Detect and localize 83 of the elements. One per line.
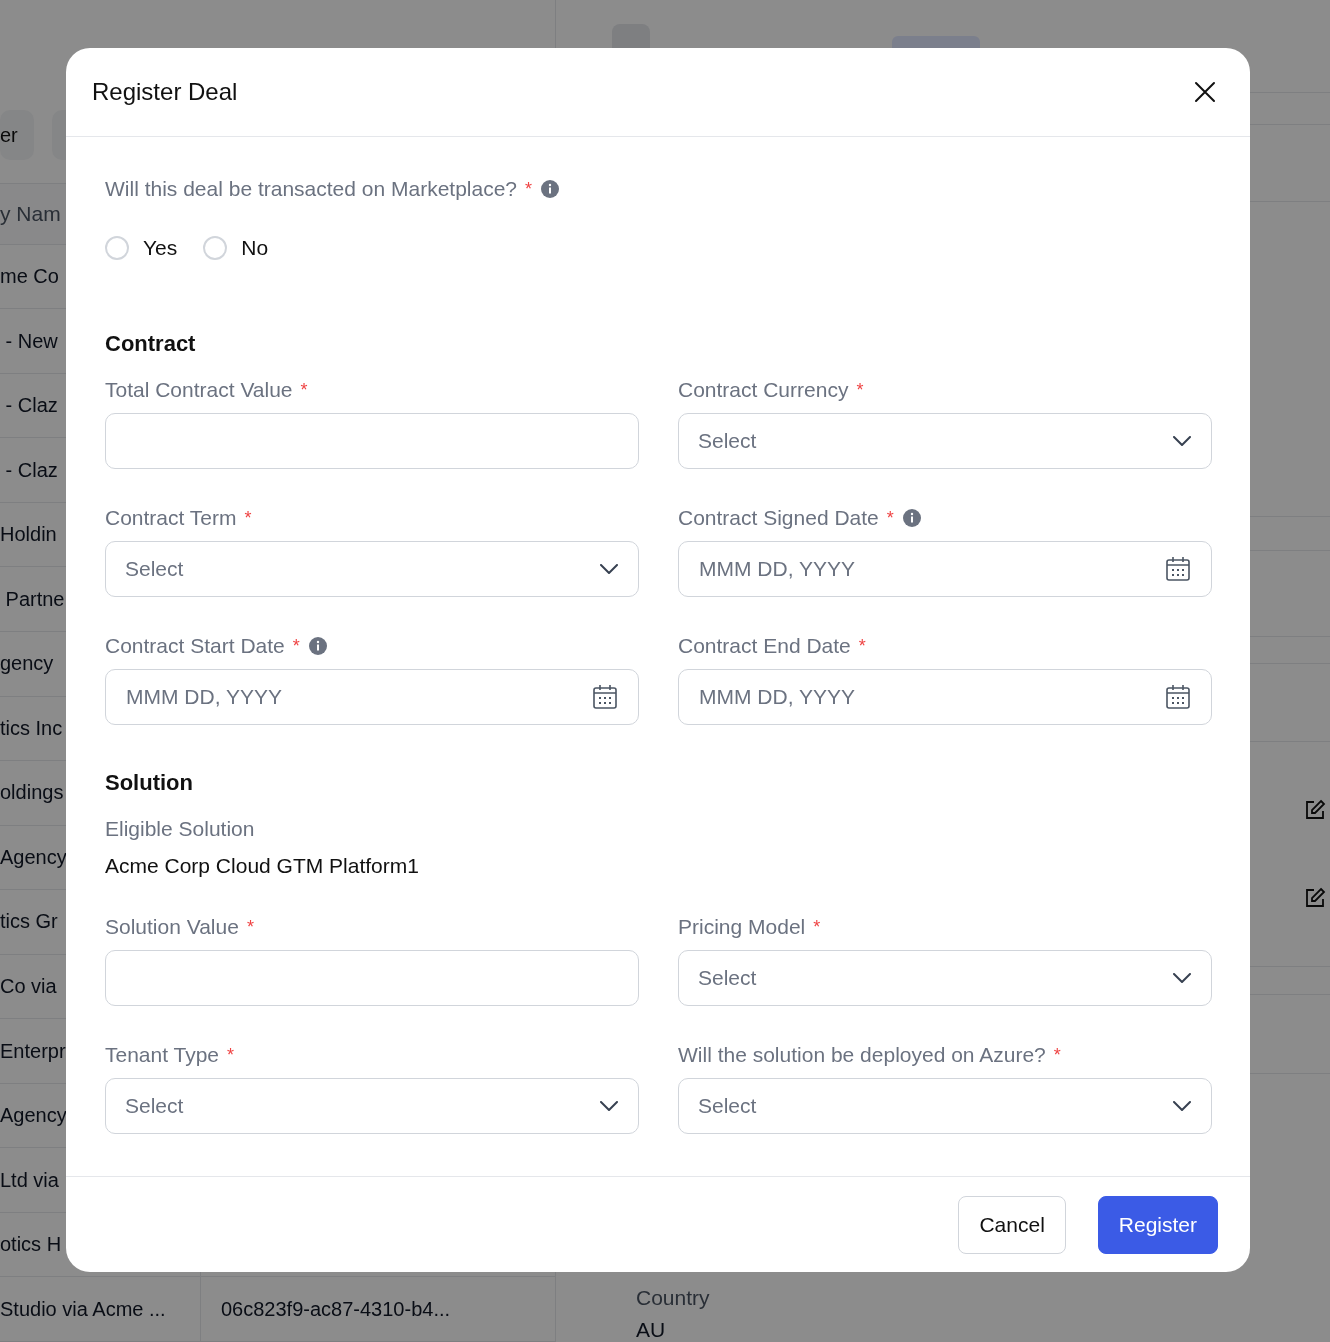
table-cell: Co via [0,975,57,998]
radio-option[interactable]: No [203,236,269,260]
select-dropdown[interactable]: Select [678,950,1212,1006]
table-cell: tics Inc [0,716,63,740]
required-mark: * [886,507,894,529]
select-dropdown[interactable]: Select [678,1078,1212,1134]
radio-option[interactable]: Yes [105,236,178,260]
table-cell: me Co [0,265,59,288]
table-cell: tics Gr [0,910,58,934]
field-label: Contract Currency [678,378,849,402]
field-label: Solution Value [105,915,239,939]
select-dropdown[interactable]: Select [105,541,639,597]
field-label: Tenant Type [105,1043,220,1067]
edit-icon[interactable] [1304,887,1326,910]
required-mark: * [1053,1044,1061,1066]
table-cell: gency [0,652,54,676]
required-mark: * [246,916,254,938]
table-cell: Agency [0,1104,67,1128]
table-cell-text: - New [4,329,58,353]
required-mark: * [227,1044,235,1066]
info-icon[interactable] [540,179,561,199]
question-label: Will this deal be transacted on Marketplace? [105,177,518,201]
select-dropdown[interactable]: Select [678,413,1212,469]
required-mark: * [292,635,300,657]
field-label: Contract Term [105,506,237,530]
toolbar-button[interactable]: er [0,110,34,160]
date-placeholder: MMM DD, YYYY [699,685,855,709]
field-label: Pricing Model [678,915,806,939]
chevron-down-icon [1173,436,1191,446]
edit-icon[interactable] [1304,799,1326,822]
field-value: Acme Corp Cloud GTM Platform1 [105,854,420,878]
chevron-down-icon [1173,1101,1191,1111]
field-label: Contract End Date [678,634,851,658]
field-label: Will the solution be deployed on Azure? [678,1043,1046,1067]
table-cell: Studio via Acme ... [0,1297,166,1321]
date-input[interactable]: MMM DD, YYYY [678,541,1212,597]
field-label: Eligible Solution [105,816,256,842]
field-value: AU [636,1318,667,1342]
chevron-down-icon [600,564,618,574]
table-cell: Agency [0,845,67,869]
table-cell: oldings [0,781,64,805]
required-mark: * [856,379,864,401]
field-label: Contract Signed Date [678,506,879,530]
date-placeholder: MMM DD, YYYY [126,685,282,709]
cancel-button[interactable]: Cancel [958,1195,1066,1254]
date-input[interactable]: MMM DD, YYYY [678,669,1212,725]
chevron-down-icon [600,1101,618,1111]
field-label: Country [636,1286,711,1310]
select-dropdown[interactable]: Select [105,1078,639,1134]
calendar-icon[interactable] [592,684,618,710]
register-button[interactable]: Register [1097,1195,1218,1254]
chevron-down-icon [1173,973,1191,983]
calendar-icon[interactable] [1165,556,1191,582]
table-cell: Ltd via [0,1168,59,1192]
required-mark: * [858,635,866,657]
required-mark: * [244,507,252,529]
section-title: Contract [105,331,196,357]
calendar-icon[interactable] [1165,684,1191,710]
date-input[interactable]: MMM DD, YYYY [105,669,639,725]
field-label: Total Contract Value [105,378,293,402]
radio-circle[interactable] [203,236,228,260]
close-button[interactable] [1194,81,1216,103]
required-mark: * [813,916,821,938]
required-mark: * [525,178,533,200]
column-header: y Nam [0,201,61,226]
table-cell: Holdin [0,523,57,547]
table-cell: Enterpr [0,1039,66,1063]
field-label: Contract Start Date [105,634,285,658]
info-icon[interactable] [901,508,922,528]
table-cell-text: 06c823f9-ac87-4310-b4... [220,1297,451,1321]
close-icon [1194,81,1216,103]
required-mark: * [300,379,308,401]
table-cell-text: - Claz [4,394,58,418]
table-cell-text: - Claz [4,458,58,482]
radio-circle[interactable] [105,236,129,260]
text-input[interactable] [105,950,639,1006]
date-placeholder: MMM DD, YYYY [699,557,855,581]
table-cell-text: Partne [4,587,65,611]
dialog-title: Register Deal [92,78,238,106]
text-input[interactable] [105,413,639,469]
table-cell: otics H [0,1233,62,1257]
info-icon[interactable] [307,636,328,656]
section-title: Solution [105,770,193,796]
